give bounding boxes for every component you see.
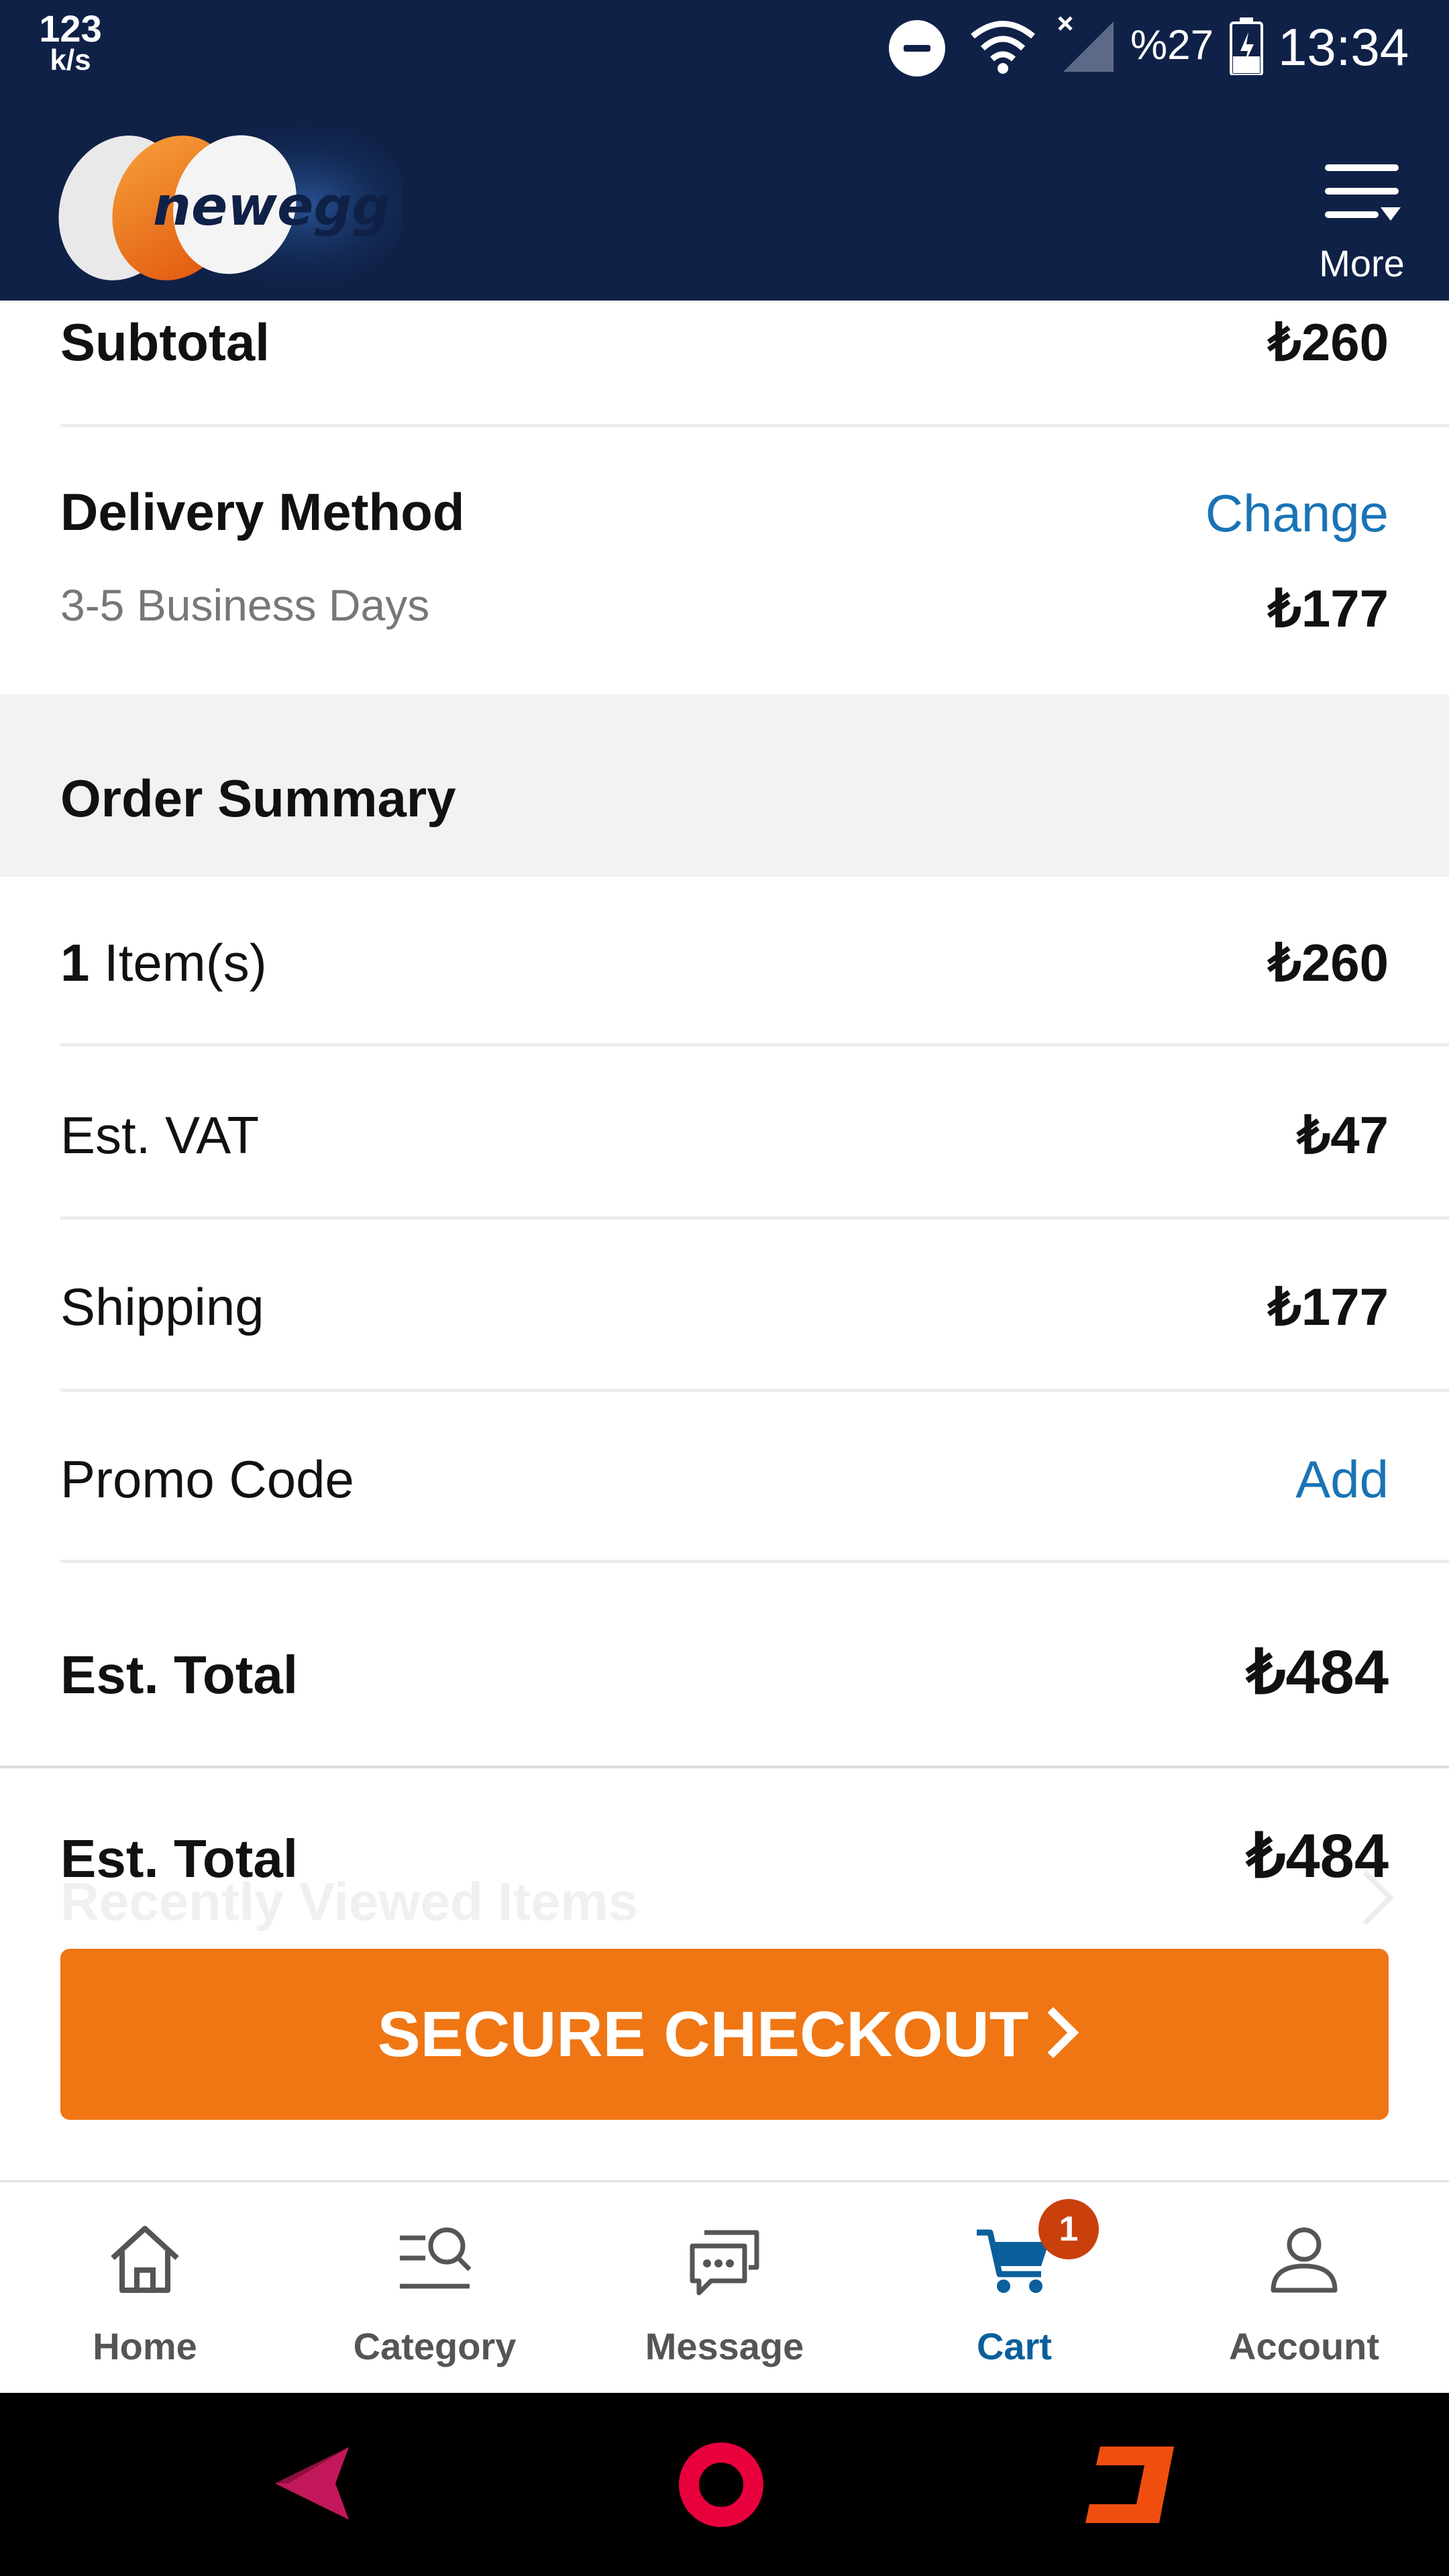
nav-message[interactable]: Message bbox=[580, 2182, 869, 2395]
promo-code-label: Promo Code bbox=[60, 1450, 354, 1509]
items-value: ₺260 bbox=[1268, 933, 1389, 992]
nav-message-label: Message bbox=[645, 2325, 804, 2367]
bottom-navigation: Home Category Message 1 Cart Account bbox=[0, 2180, 1449, 2395]
sticky-total-value: ₺484 bbox=[1246, 1822, 1389, 1890]
shipping-value: ₺177 bbox=[1268, 1277, 1389, 1336]
home-icon bbox=[111, 2226, 179, 2293]
newegg-logo[interactable]: newegg bbox=[54, 124, 402, 299]
category-search-icon bbox=[400, 2227, 472, 2289]
clock: 13:34 bbox=[1278, 17, 1409, 76]
nav-cart-label: Cart bbox=[976, 2325, 1053, 2367]
nav-home[interactable]: Home bbox=[0, 2182, 290, 2395]
speed-unit: k/s bbox=[50, 44, 91, 76]
more-menu-button[interactable]: More bbox=[1301, 158, 1422, 285]
items-count-row: 1 Item(s) bbox=[60, 932, 267, 993]
delivery-price: ₺177 bbox=[1268, 579, 1389, 638]
sticky-total-label: Est. Total bbox=[60, 1829, 299, 1888]
chat-icon bbox=[690, 2230, 759, 2296]
change-delivery-link[interactable]: Change bbox=[1114, 483, 1389, 543]
divider bbox=[60, 1560, 1449, 1563]
delivery-method-title: Delivery Method bbox=[60, 482, 465, 541]
status-bar: 123 k/s %27 13:34 bbox=[0, 0, 1449, 91]
nav-category[interactable]: Category bbox=[290, 2182, 580, 2395]
items-label: Item(s) bbox=[89, 933, 267, 992]
delivery-option: 3-5 Business Days bbox=[60, 580, 430, 630]
system-navigation-bar bbox=[0, 2393, 1449, 2576]
secure-checkout-label: SECURE CHECKOUT bbox=[377, 1998, 1029, 2070]
divider bbox=[60, 424, 1449, 427]
nav-account[interactable]: Account bbox=[1159, 2182, 1449, 2395]
shipping-label: Shipping bbox=[60, 1277, 264, 1336]
do-not-disturb-icon bbox=[889, 20, 945, 76]
svg-text:newegg: newegg bbox=[153, 175, 390, 237]
cart-count-badge: 1 bbox=[1038, 2199, 1099, 2259]
wifi-icon bbox=[971, 21, 1035, 74]
menu-line bbox=[1325, 164, 1399, 171]
nav-home-label: Home bbox=[93, 2325, 197, 2367]
nav-account-label: Account bbox=[1229, 2325, 1379, 2367]
menu-line bbox=[1325, 188, 1399, 195]
subtotal-value: ₺260 bbox=[1268, 313, 1389, 372]
battery-icon bbox=[1230, 17, 1263, 75]
add-promo-link[interactable]: Add bbox=[1114, 1449, 1389, 1509]
est-total-label: Est. Total bbox=[60, 1645, 299, 1705]
est-total-value: ₺484 bbox=[1246, 1638, 1389, 1707]
app-header: newegg More bbox=[0, 91, 1449, 301]
more-label: More bbox=[1319, 242, 1405, 284]
order-summary-title: Order Summary bbox=[60, 769, 456, 828]
battery-percent: %27 bbox=[1130, 22, 1214, 68]
order-summary-header: Order Summary bbox=[0, 694, 1449, 877]
vat-value: ₺47 bbox=[1297, 1106, 1389, 1165]
menu-line bbox=[1325, 211, 1379, 218]
cell-signal-icon bbox=[1058, 16, 1114, 72]
user-icon bbox=[1271, 2227, 1338, 2293]
divider bbox=[60, 1216, 1449, 1220]
subtotal-label: Subtotal bbox=[60, 313, 270, 372]
home-circle-icon[interactable] bbox=[678, 2441, 765, 2528]
network-speed: 123 k/s bbox=[34, 10, 107, 76]
chevron-down-icon bbox=[1381, 207, 1401, 221]
secure-checkout-button[interactable]: SECURE CHECKOUT bbox=[60, 1949, 1449, 2120]
items-count: 1 bbox=[60, 933, 90, 992]
nav-category-label: Category bbox=[353, 2325, 517, 2367]
back-icon[interactable] bbox=[248, 2443, 356, 2524]
recent-apps-icon[interactable] bbox=[1080, 2441, 1181, 2528]
divider bbox=[60, 1043, 1449, 1046]
vat-label: Est. VAT bbox=[60, 1106, 260, 1165]
nav-cart[interactable]: 1 Cart bbox=[869, 2182, 1159, 2395]
secure-checkout-face[interactable]: SECURE CHECKOUT bbox=[60, 1949, 1389, 2120]
chevron-right-icon bbox=[1028, 2006, 1079, 2059]
divider bbox=[60, 1389, 1449, 1392]
